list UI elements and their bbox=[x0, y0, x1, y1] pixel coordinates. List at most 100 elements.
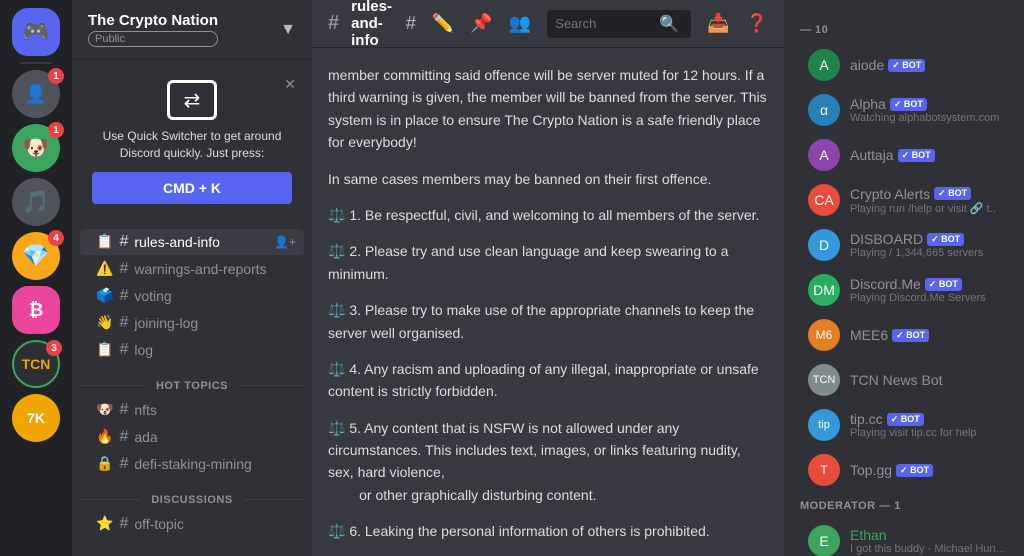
channel-item-joining-log[interactable]: 👋 # joining-log bbox=[80, 310, 304, 336]
members-list: — 10 A aiode ✓ BOT α Alpha ✓ BOT Watchin… bbox=[784, 0, 1024, 556]
avatar: T bbox=[808, 454, 840, 486]
avatar: α bbox=[808, 94, 840, 126]
channel-name: nfts bbox=[134, 402, 157, 418]
member-item-discord-me[interactable]: DM Discord.Me ✓ BOT Playing Discord.Me S… bbox=[792, 268, 1016, 312]
channel-emoji-off-topic: ⭐ bbox=[96, 515, 113, 532]
channel-item-ada[interactable]: 🔥 # ada bbox=[80, 424, 304, 450]
server-icon-1[interactable]: 👤 1 bbox=[12, 70, 60, 118]
member-item-tcn-news[interactable]: TCN TCN News Bot bbox=[792, 358, 1016, 402]
cmd-k-button[interactable]: CMD + K bbox=[92, 172, 292, 204]
edit-icon[interactable]: ✏️ bbox=[432, 13, 454, 34]
hash-icon: # bbox=[119, 287, 128, 305]
member-item-alpha[interactable]: α Alpha ✓ BOT Watching alphabotsystem.co… bbox=[792, 88, 1016, 132]
bot-badge: ✓ BOT bbox=[892, 329, 929, 342]
member-status: Playing run /help or visit 🔗 t.. bbox=[850, 202, 1008, 215]
search-bar: 🔍 bbox=[547, 10, 691, 38]
chat-channel-name: rules-and-info bbox=[351, 0, 394, 49]
member-item-ethan[interactable]: E Ethan I got this buddy - Michael Hun..… bbox=[792, 519, 1016, 556]
message-block: ⚖️ 6. Leaking the personal information o… bbox=[328, 520, 768, 542]
message-block: ⚖️ 5. Any content that is NSFW is not al… bbox=[328, 417, 768, 507]
main-chat: # rules-and-info # ✏️ 📌 👥 🔍 📥 ❓ member c… bbox=[312, 0, 784, 556]
member-info: Discord.Me ✓ BOT Playing Discord.Me Serv… bbox=[850, 276, 1008, 304]
bots-section-header: — 10 bbox=[784, 24, 1024, 42]
add-member-icon[interactable]: 👤+ bbox=[274, 235, 296, 249]
bot-badge: ✓ BOT bbox=[898, 149, 935, 162]
close-icon[interactable]: ✕ bbox=[284, 76, 296, 93]
message-text: ⚖️ 6. Leaking the personal information o… bbox=[328, 520, 768, 542]
server-icon-7k[interactable]: 7K bbox=[12, 394, 60, 442]
hashtag-icon[interactable]: # bbox=[406, 13, 416, 34]
channel-item-rules-and-info[interactable]: 📋 # rules-and-info 👤+ bbox=[80, 229, 304, 255]
chat-messages: member committing said offence will be s… bbox=[312, 48, 784, 556]
channel-item-nfts[interactable]: 🐶 # nfts bbox=[80, 397, 304, 423]
server-icon-2[interactable]: 🐶 1 bbox=[12, 124, 60, 172]
channel-item-warnings[interactable]: ⚠️ # warnings-and-reports bbox=[80, 256, 304, 282]
bot-badge: ✓ BOT bbox=[925, 278, 962, 291]
server-icon-4[interactable]: 💎 4 bbox=[12, 232, 60, 280]
avatar: 7K bbox=[27, 410, 45, 426]
channel-sidebar: The Crypto Nation Public ▼ ✕ ⇄ Use Quick… bbox=[72, 0, 312, 556]
member-name: Alpha ✓ BOT bbox=[850, 96, 1008, 112]
members-icon[interactable]: 👥 bbox=[509, 13, 531, 34]
public-badge: Public bbox=[88, 31, 218, 47]
channel-list: 📋 # rules-and-info 👤+ ⚠️ # warnings-and-… bbox=[72, 224, 312, 556]
inbox-icon[interactable]: 📥 bbox=[707, 13, 729, 34]
section-header-hot-topics: HOT TOPICS bbox=[72, 364, 312, 396]
channel-item-voting[interactable]: 🗳️ # voting bbox=[80, 283, 304, 309]
avatar: DM bbox=[808, 274, 840, 306]
channel-emoji-log: 📋 bbox=[96, 341, 113, 358]
member-item-crypto-alerts[interactable]: CA Crypto Alerts ✓ BOT Playing run /help… bbox=[792, 178, 1016, 222]
channel-item-off-topic[interactable]: ⭐ # off-topic bbox=[80, 511, 304, 537]
channel-emoji-joining: 👋 bbox=[96, 314, 113, 331]
notification-badge: 1 bbox=[48, 122, 64, 138]
channel-name: rules-and-info bbox=[134, 234, 220, 250]
hash-icon: # bbox=[119, 314, 128, 332]
section-label: HOT TOPICS bbox=[150, 380, 234, 392]
server-name[interactable]: The Crypto Nation bbox=[88, 12, 218, 29]
section-line-right bbox=[243, 499, 304, 500]
member-info: aiode ✓ BOT bbox=[850, 57, 1008, 73]
member-name: MEE6 ✓ BOT bbox=[850, 327, 1008, 343]
channel-item-log[interactable]: 📋 # log bbox=[80, 337, 304, 363]
server-icon-home[interactable]: 🎮 bbox=[12, 8, 60, 56]
hash-icon: # bbox=[119, 401, 128, 419]
help-icon[interactable]: ❓ bbox=[746, 13, 768, 34]
channel-hash-icon: # bbox=[328, 12, 339, 35]
discord-logo: 🎮 bbox=[22, 19, 49, 45]
server-icon-tcn[interactable]: TCN 3 bbox=[12, 340, 60, 388]
pin-icon[interactable]: 📌 bbox=[470, 13, 492, 34]
hash-icon: # bbox=[119, 260, 128, 278]
section-line-left bbox=[80, 385, 146, 386]
message-block: In same cases members may be banned on t… bbox=[328, 168, 768, 190]
server-icon-crypto[interactable]: ₿ bbox=[12, 286, 60, 334]
channel-name: joining-log bbox=[134, 315, 198, 331]
avatar: D bbox=[808, 229, 840, 261]
channel-emoji-warnings: ⚠️ bbox=[96, 260, 113, 277]
server-icon-3[interactable]: 🎵 bbox=[12, 178, 60, 226]
channel-name: log bbox=[134, 342, 153, 358]
member-item-auttaja[interactable]: A Auttaja ✓ BOT bbox=[792, 133, 1016, 177]
member-item-aiode[interactable]: A aiode ✓ BOT bbox=[792, 43, 1016, 87]
member-item-top-gg[interactable]: T Top.gg ✓ BOT bbox=[792, 448, 1016, 492]
server-separator bbox=[20, 62, 52, 64]
member-item-disboard[interactable]: D DISBOARD ✓ BOT Playing / 1,344,665 ser… bbox=[792, 223, 1016, 267]
message-block: ⚖️ 3. Please try to make use of the appr… bbox=[328, 299, 768, 344]
member-info: DISBOARD ✓ BOT Playing / 1,344,665 serve… bbox=[850, 231, 1008, 259]
message-text: ⚖️ 2. Please try and use clean language … bbox=[328, 240, 768, 285]
quick-switcher-popup: ✕ ⇄ Use Quick Switcher to get around Dis… bbox=[80, 68, 304, 216]
member-item-tip-cc[interactable]: tip tip.cc ✓ BOT Playing visit tip.cc fo… bbox=[792, 403, 1016, 447]
member-item-mee6[interactable]: M6 MEE6 ✓ BOT bbox=[792, 313, 1016, 357]
member-name: Top.gg ✓ BOT bbox=[850, 462, 1008, 478]
member-name: Discord.Me ✓ BOT bbox=[850, 276, 1008, 292]
member-status: Playing visit tip.cc for help bbox=[850, 427, 1008, 439]
channel-name: voting bbox=[134, 288, 171, 304]
bot-badge: ✓ BOT bbox=[934, 187, 971, 200]
member-name: tip.cc ✓ BOT bbox=[850, 411, 1008, 427]
search-input[interactable] bbox=[555, 16, 655, 31]
channel-item-defi[interactable]: 🔒 # defi-staking-mining bbox=[80, 451, 304, 477]
avatar: TCN bbox=[22, 356, 51, 372]
chevron-down-icon[interactable]: ▼ bbox=[280, 21, 296, 39]
channel-emoji-voting: 🗳️ bbox=[96, 287, 113, 304]
hash-icon: # bbox=[119, 428, 128, 446]
message-text: In same cases members may be banned on t… bbox=[328, 168, 768, 190]
